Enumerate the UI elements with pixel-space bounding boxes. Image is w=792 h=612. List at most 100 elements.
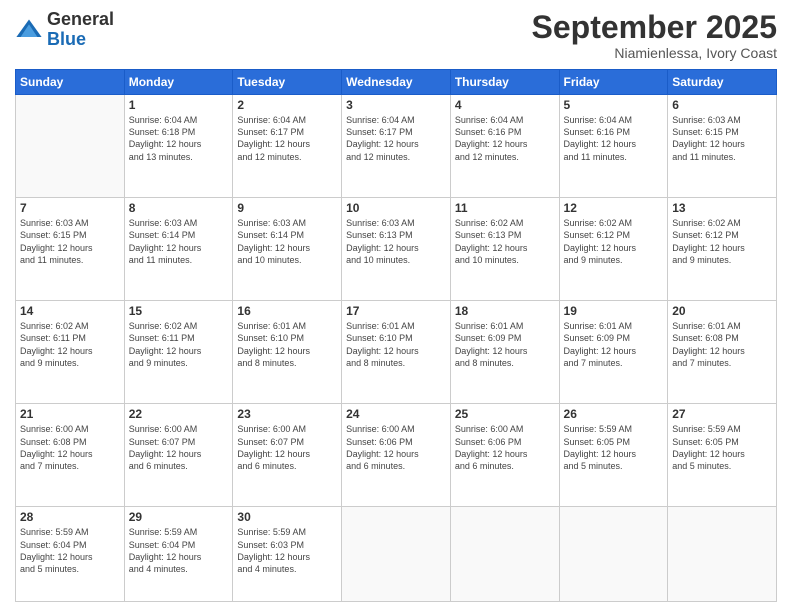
calendar-day-cell: 20Sunrise: 6:01 AM Sunset: 6:08 PM Dayli… xyxy=(668,301,777,404)
day-number: 23 xyxy=(237,407,337,421)
day-info: Sunrise: 6:02 AM Sunset: 6:11 PM Dayligh… xyxy=(20,320,120,369)
day-number: 28 xyxy=(20,510,120,524)
calendar-day-cell: 18 Sunrise: 6:01 AM Sunset: 6:09 PM Dayli… xyxy=(450,301,559,404)
calendar-day-cell: 17 Sunrise: 6:01 AM Sunset: 6:10 PM Dayli… xyxy=(342,301,451,404)
calendar-week-row: 21Sunrise: 6:00 AM Sunset: 6:08 PM Dayli… xyxy=(16,404,777,507)
day-info: Sunrise: 6:01 AM Sunset: 6:10 PM Dayligh… xyxy=(237,320,337,369)
day-number: 15 xyxy=(129,304,229,318)
day-info: Sunrise: 6:00 AM Sunset: 6:08 PM Dayligh… xyxy=(20,423,120,472)
day-number: 30 xyxy=(237,510,337,524)
day-number: 12 xyxy=(564,201,664,215)
day-number: 17 xyxy=(346,304,446,318)
calendar-day-cell xyxy=(16,95,125,198)
logo-text: General Blue xyxy=(47,10,114,50)
logo-general: General xyxy=(47,10,114,30)
day-number: 27 xyxy=(672,407,772,421)
calendar-header-row: SundayMondayTuesdayWednesdayThursdayFrid… xyxy=(16,70,777,95)
calendar-day-cell: 13Sunrise: 6:02 AM Sunset: 6:12 PM Dayli… xyxy=(668,198,777,301)
day-number: 22 xyxy=(129,407,229,421)
calendar-day-cell: 30 Sunrise: 5:59 AM Sunset: 6:03 PM Dayli… xyxy=(233,507,342,602)
month-title: September 2025 xyxy=(532,10,777,45)
day-info: Sunrise: 6:04 AM Sunset: 6:17 PM Dayligh… xyxy=(346,114,446,163)
day-info: Sunrise: 6:01 AM Sunset: 6:09 PM Dayligh… xyxy=(564,320,664,369)
calendar-day-header: Monday xyxy=(124,70,233,95)
calendar-day-header: Sunday xyxy=(16,70,125,95)
calendar-day-cell: 3 Sunrise: 6:04 AM Sunset: 6:17 PM Daylig… xyxy=(342,95,451,198)
day-number: 6 xyxy=(672,98,772,112)
day-info: Sunrise: 6:01 AM Sunset: 6:09 PM Dayligh… xyxy=(455,320,555,369)
day-info: Sunrise: 6:01 AM Sunset: 6:10 PM Dayligh… xyxy=(346,320,446,369)
day-info: Sunrise: 6:02 AM Sunset: 6:12 PM Dayligh… xyxy=(672,217,772,266)
calendar-day-cell: 24Sunrise: 6:00 AM Sunset: 6:06 PM Dayli… xyxy=(342,404,451,507)
day-number: 2 xyxy=(237,98,337,112)
day-number: 4 xyxy=(455,98,555,112)
logo-icon xyxy=(15,16,43,44)
calendar-day-cell: 16 Sunrise: 6:01 AM Sunset: 6:10 PM Dayli… xyxy=(233,301,342,404)
day-info: Sunrise: 6:02 AM Sunset: 6:12 PM Dayligh… xyxy=(564,217,664,266)
logo: General Blue xyxy=(15,10,114,50)
day-info: Sunrise: 5:59 AM Sunset: 6:05 PM Dayligh… xyxy=(672,423,772,472)
calendar-day-cell: 14 Sunrise: 6:02 AM Sunset: 6:11 PM Dayli… xyxy=(16,301,125,404)
day-info: Sunrise: 6:02 AM Sunset: 6:11 PM Dayligh… xyxy=(129,320,229,369)
calendar-day-cell: 6 Sunrise: 6:03 AM Sunset: 6:15 PM Daylig… xyxy=(668,95,777,198)
calendar-day-cell xyxy=(450,507,559,602)
header: General Blue September 2025 Niamienlessa… xyxy=(15,10,777,61)
calendar-day-header: Saturday xyxy=(668,70,777,95)
day-number: 24 xyxy=(346,407,446,421)
day-number: 16 xyxy=(237,304,337,318)
day-info: Sunrise: 6:03 AM Sunset: 6:15 PM Dayligh… xyxy=(672,114,772,163)
calendar-day-cell xyxy=(342,507,451,602)
day-info: Sunrise: 6:04 AM Sunset: 6:16 PM Dayligh… xyxy=(455,114,555,163)
calendar-day-cell: 15 Sunrise: 6:02 AM Sunset: 6:11 PM Dayli… xyxy=(124,301,233,404)
calendar-day-header: Friday xyxy=(559,70,668,95)
calendar-day-cell: 29 Sunrise: 5:59 AM Sunset: 6:04 PM Dayli… xyxy=(124,507,233,602)
day-number: 26 xyxy=(564,407,664,421)
day-info: Sunrise: 6:03 AM Sunset: 6:15 PM Dayligh… xyxy=(20,217,120,266)
day-number: 5 xyxy=(564,98,664,112)
calendar: SundayMondayTuesdayWednesdayThursdayFrid… xyxy=(15,69,777,602)
day-info: Sunrise: 5:59 AM Sunset: 6:04 PM Dayligh… xyxy=(129,526,229,575)
page: General Blue September 2025 Niamienlessa… xyxy=(0,0,792,612)
calendar-day-cell: 2 Sunrise: 6:04 AM Sunset: 6:17 PM Daylig… xyxy=(233,95,342,198)
calendar-day-cell: 22Sunrise: 6:00 AM Sunset: 6:07 PM Dayli… xyxy=(124,404,233,507)
day-number: 10 xyxy=(346,201,446,215)
calendar-day-cell: 4 Sunrise: 6:04 AM Sunset: 6:16 PM Daylig… xyxy=(450,95,559,198)
day-number: 3 xyxy=(346,98,446,112)
day-info: Sunrise: 5:59 AM Sunset: 6:03 PM Dayligh… xyxy=(237,526,337,575)
calendar-week-row: 14 Sunrise: 6:02 AM Sunset: 6:11 PM Dayli… xyxy=(16,301,777,404)
day-info: Sunrise: 6:02 AM Sunset: 6:13 PM Dayligh… xyxy=(455,217,555,266)
title-section: September 2025 Niamienlessa, Ivory Coast xyxy=(532,10,777,61)
day-info: Sunrise: 6:04 AM Sunset: 6:17 PM Dayligh… xyxy=(237,114,337,163)
day-number: 25 xyxy=(455,407,555,421)
logo-blue: Blue xyxy=(47,30,114,50)
calendar-day-cell: 27 Sunrise: 5:59 AM Sunset: 6:05 PM Dayli… xyxy=(668,404,777,507)
day-number: 19 xyxy=(564,304,664,318)
day-number: 7 xyxy=(20,201,120,215)
calendar-day-cell: 11Sunrise: 6:02 AM Sunset: 6:13 PM Dayli… xyxy=(450,198,559,301)
calendar-day-cell: 8Sunrise: 6:03 AM Sunset: 6:14 PM Daylig… xyxy=(124,198,233,301)
day-info: Sunrise: 6:04 AM Sunset: 6:18 PM Dayligh… xyxy=(129,114,229,163)
calendar-day-cell xyxy=(559,507,668,602)
calendar-day-cell: 28Sunrise: 5:59 AM Sunset: 6:04 PM Dayli… xyxy=(16,507,125,602)
location: Niamienlessa, Ivory Coast xyxy=(532,45,777,61)
day-info: Sunrise: 6:03 AM Sunset: 6:14 PM Dayligh… xyxy=(129,217,229,266)
day-number: 9 xyxy=(237,201,337,215)
day-number: 29 xyxy=(129,510,229,524)
calendar-day-cell: 5 Sunrise: 6:04 AM Sunset: 6:16 PM Daylig… xyxy=(559,95,668,198)
calendar-day-cell: 26 Sunrise: 5:59 AM Sunset: 6:05 PM Dayli… xyxy=(559,404,668,507)
calendar-day-cell: 25 Sunrise: 6:00 AM Sunset: 6:06 PM Dayli… xyxy=(450,404,559,507)
day-info: Sunrise: 6:00 AM Sunset: 6:06 PM Dayligh… xyxy=(455,423,555,472)
day-number: 18 xyxy=(455,304,555,318)
calendar-week-row: 1Sunrise: 6:04 AM Sunset: 6:18 PM Daylig… xyxy=(16,95,777,198)
day-number: 14 xyxy=(20,304,120,318)
calendar-week-row: 28 Sunrise: 5:59 AM Sunset: 6:04 PM Dayli… xyxy=(16,507,777,602)
day-info: Sunrise: 6:04 AM Sunset: 6:16 PM Dayligh… xyxy=(564,114,664,163)
calendar-day-header: Wednesday xyxy=(342,70,451,95)
day-info: Sunrise: 6:03 AM Sunset: 6:14 PM Dayligh… xyxy=(237,217,337,266)
day-info: Sunrise: 6:03 AM Sunset: 6:13 PM Dayligh… xyxy=(346,217,446,266)
calendar-day-cell: 7 Sunrise: 6:03 AM Sunset: 6:15 PM Daylig… xyxy=(16,198,125,301)
calendar-day-cell: 10 Sunrise: 6:03 AM Sunset: 6:13 PM Dayli… xyxy=(342,198,451,301)
day-info: Sunrise: 5:59 AM Sunset: 6:05 PM Dayligh… xyxy=(564,423,664,472)
calendar-day-cell: 9 Sunrise: 6:03 AM Sunset: 6:14 PM Daylig… xyxy=(233,198,342,301)
calendar-day-cell: 12 Sunrise: 6:02 AM Sunset: 6:12 PM Dayli… xyxy=(559,198,668,301)
